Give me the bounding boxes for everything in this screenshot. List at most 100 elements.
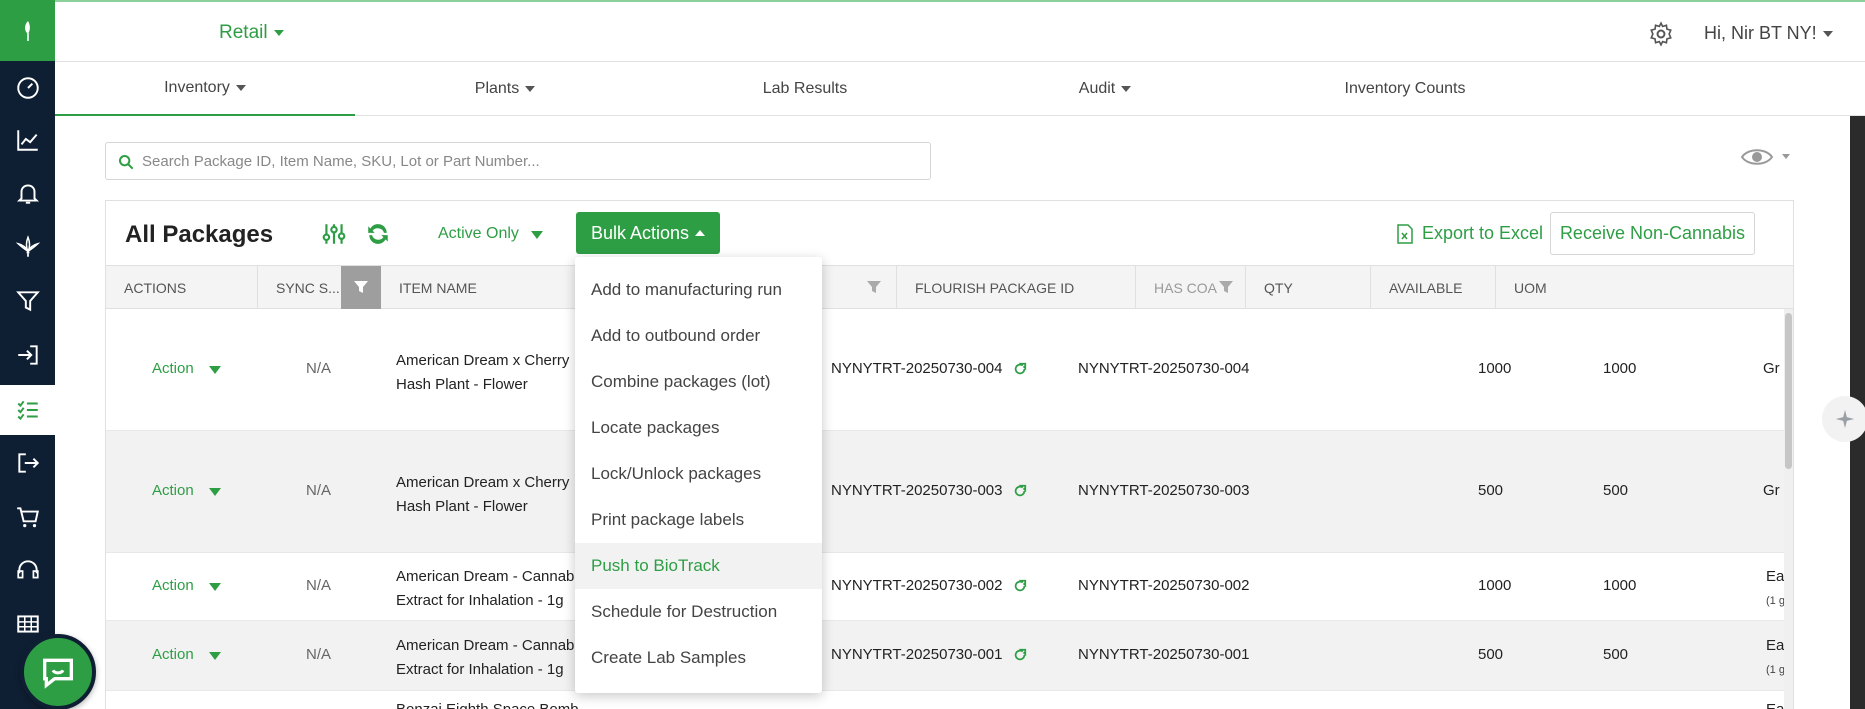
column-label: AVAILABLE [1389,279,1463,296]
table-row: Action N/A American Dream x Cherry Hash P… [106,431,1793,553]
location-selector[interactable]: Retail [219,22,284,44]
available: 1000 [1603,360,1637,377]
uom: Gr [1763,482,1780,499]
filter-icon[interactable] [866,279,882,295]
chevron-down-icon[interactable] [209,583,221,591]
column-item-name[interactable]: ITEM NAME [381,266,576,309]
leaf-logo-icon[interactable] [0,0,55,61]
uom-size: (1 g [1766,595,1785,607]
uom: Ea [1766,701,1784,709]
dashboard-gauge-icon[interactable] [0,63,55,113]
sync-status: N/A [306,646,332,663]
chevron-up-icon [695,230,706,236]
row-action-menu[interactable]: Action [152,646,194,663]
column-label: UOM [1514,279,1547,296]
tab-label: Inventory Counts [1344,80,1466,97]
checklist-icon[interactable] [0,385,55,435]
item-name: American Dream - Cannabi Extract for Inha… [396,565,578,613]
tab-audit[interactable]: Audit [955,62,1255,116]
headset-icon[interactable] [0,545,55,595]
sync-refresh-icon[interactable] [1013,362,1027,376]
refresh-icon[interactable] [365,221,391,247]
column-settings-icon[interactable] [321,221,347,247]
cannabis-leaf-icon[interactable] [0,222,55,272]
sync-refresh-icon[interactable] [1013,484,1027,498]
table-scrollbar[interactable] [1784,309,1793,709]
receive-non-cannabis-button[interactable]: Receive Non-Cannabis [1550,212,1755,255]
row-action-menu[interactable]: Action [152,360,194,377]
chevron-down-icon[interactable] [531,231,543,239]
scrollbar-thumb[interactable] [1785,313,1792,469]
package-id[interactable]: NYNYTRT-20250730-003 [831,482,1027,499]
user-greeting: Hi, Nir BT NY! [1704,23,1817,43]
gear-icon[interactable] [1648,21,1674,47]
menu-item-combine-packages[interactable]: Combine packages (lot) [575,359,822,405]
menu-item-lock-unlock-packages[interactable]: Lock/Unlock packages [575,451,822,497]
column-label: SYNC S... [276,279,340,296]
menu-item-schedule-for-destruction[interactable]: Schedule for Destruction [575,589,822,635]
tab-lab-results[interactable]: Lab Results [655,62,955,116]
sync-status: N/A [306,360,332,377]
eye-visibility-icon[interactable] [1740,145,1792,169]
column-uom[interactable]: UOM [1496,266,1784,309]
chevron-down-icon[interactable] [209,488,221,496]
package-id[interactable]: NYNYTRT-20250730-004 [831,360,1027,377]
column-available[interactable]: AVAILABLE [1371,266,1496,309]
bell-icon[interactable] [0,168,55,218]
column-qty[interactable]: QTY [1246,266,1371,309]
menu-item-push-to-biotrack[interactable]: Push to BioTrack [575,543,822,589]
chevron-down-icon [1822,31,1833,38]
tab-plants[interactable]: Plants [355,62,655,116]
search-icon [119,155,134,170]
chevron-down-icon [235,85,246,91]
ai-assistant-button[interactable] [1822,396,1865,442]
export-to-excel-link[interactable]: Export to Excel [1396,223,1543,244]
sign-in-icon[interactable] [0,330,55,380]
funnel-icon[interactable] [0,276,55,326]
qty: 500 [1478,482,1504,499]
status-filter-select[interactable]: Active Only [438,225,519,243]
sync-status: N/A [306,482,332,499]
chat-help-icon[interactable] [20,634,96,709]
menu-item-add-to-outbound-order[interactable]: Add to outbound order [575,313,822,359]
sync-refresh-icon[interactable] [1013,648,1027,662]
row-action-menu[interactable]: Action [152,482,194,499]
filter-icon[interactable] [1218,279,1234,295]
flourish-package-id: NYNYTRT-20250730-003 [1078,482,1250,499]
tab-inventory-counts[interactable]: Inventory Counts [1255,62,1555,116]
chevron-down-icon [273,29,284,36]
menu-item-add-to-manufacturing-run[interactable]: Add to manufacturing run [575,267,822,313]
line-chart-icon[interactable] [0,115,55,165]
chevron-down-icon[interactable] [209,652,221,660]
table-row: Action N/A American Dream - Cannabi Extra… [106,621,1793,691]
flourish-package-id: NYNYTRT-20250730-002 [1078,577,1250,594]
column-flourish-package-id[interactable]: FLOURISH PACKAGE ID [897,266,1136,309]
package-id-text: NYNYTRT-20250730-001 [831,646,1003,663]
qty: 500 [1478,646,1504,663]
item-name-line: American Dream - Cannabi [396,568,578,585]
tab-label: Inventory [164,79,230,96]
package-id-text: NYNYTRT-20250730-003 [831,482,1003,499]
tab-label: Audit [1078,80,1116,97]
package-id[interactable]: NYNYTRT-20250730-001 [831,646,1027,663]
bulk-actions-button[interactable]: Bulk Actions [576,212,720,254]
sign-out-icon[interactable] [0,438,55,488]
column-label: ITEM NAME [399,279,477,296]
user-menu[interactable]: Hi, Nir BT NY! [1704,23,1833,44]
tab-inventory[interactable]: Inventory [55,62,355,116]
sync-refresh-icon[interactable] [1013,579,1027,593]
table-row: Action N/A American Dream x Cherry Hash P… [106,309,1793,431]
row-action-menu[interactable]: Action [152,577,194,594]
chevron-down-icon[interactable] [209,366,221,374]
menu-item-locate-packages[interactable]: Locate packages [575,405,822,451]
chevron-down-icon [525,86,536,92]
column-label: QTY [1264,279,1293,296]
sync-filter-button[interactable] [341,266,381,309]
cart-icon[interactable] [0,492,55,542]
page-title: All Packages [125,221,274,248]
menu-item-print-package-labels[interactable]: Print package labels [575,497,822,543]
search-input[interactable] [142,143,922,179]
package-id[interactable]: NYNYTRT-20250730-002 [831,577,1027,594]
menu-item-create-lab-samples[interactable]: Create Lab Samples [575,635,822,681]
qty: 1000 [1478,577,1512,594]
